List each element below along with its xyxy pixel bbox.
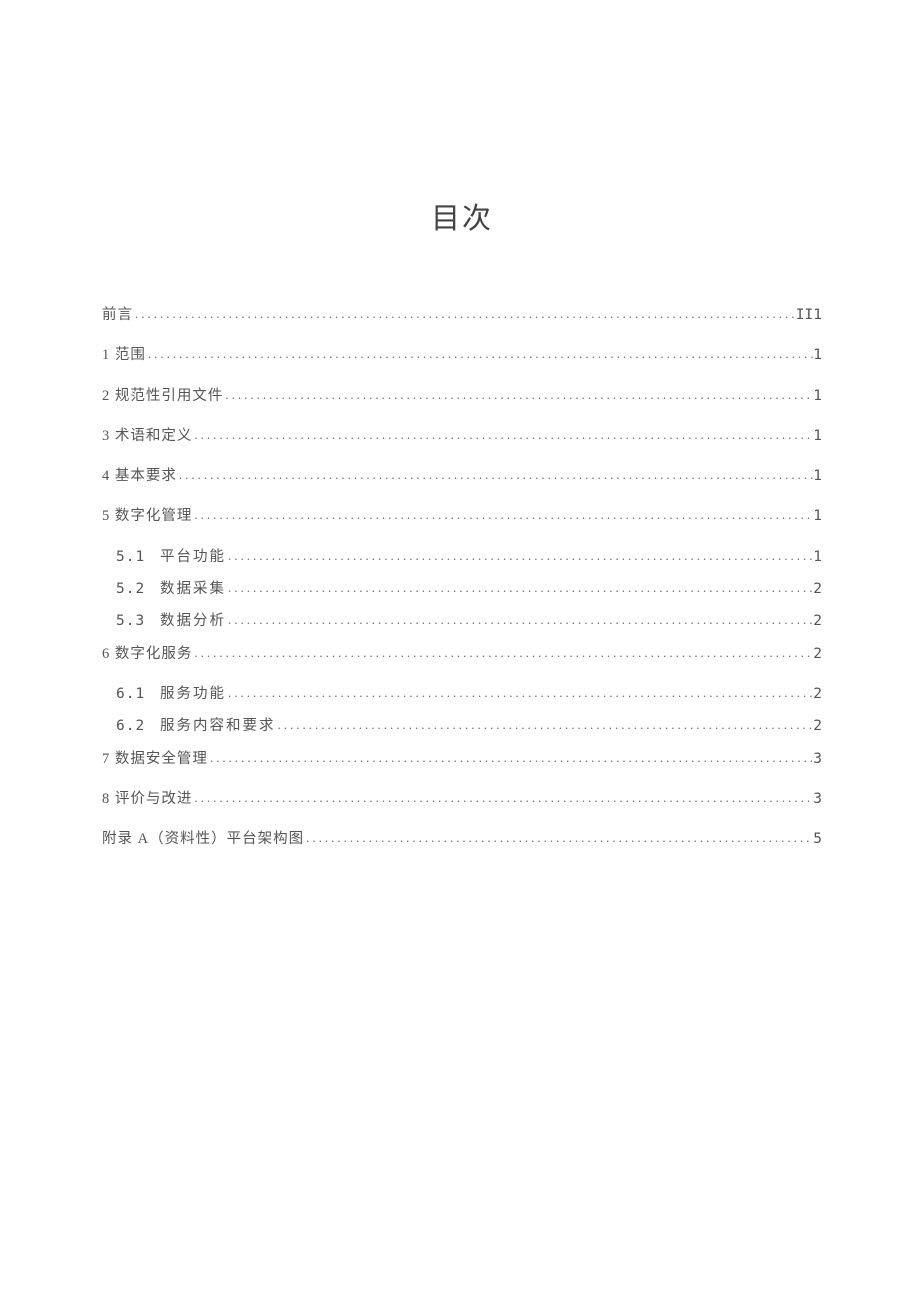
toc-entry-page: 1 bbox=[813, 426, 822, 446]
toc-entry-page: 3 bbox=[813, 789, 822, 809]
toc-entry-page: 1 bbox=[813, 386, 822, 406]
toc-entry-page: II1 bbox=[796, 305, 822, 325]
toc-entry-page: 2 bbox=[813, 716, 822, 736]
toc-entry-label: 7 数据安全管理 bbox=[102, 749, 208, 769]
toc-entry: 2 规范性引用文件 1 bbox=[102, 386, 822, 406]
toc-entry: 5 数字化管理 1 bbox=[102, 506, 822, 526]
toc-entry: 3 术语和定义 1 bbox=[102, 426, 822, 446]
toc-entry-page: 5 bbox=[813, 829, 822, 849]
toc-entry-label: 附录 A（资料性）平台架构图 bbox=[102, 829, 304, 849]
toc-leader-dots bbox=[177, 466, 813, 484]
toc-entry: 7 数据安全管理 3 bbox=[102, 749, 822, 769]
toc-entry: 8 评价与改进 3 bbox=[102, 789, 822, 809]
toc-entry: 5.3数据分析 2 bbox=[102, 611, 822, 631]
toc-entry: 1 范围 1 bbox=[102, 345, 822, 365]
toc-entry-label: 6.2服务内容和要求 bbox=[116, 716, 276, 736]
toc-leader-dots bbox=[208, 749, 813, 767]
toc-leader-dots bbox=[192, 644, 813, 662]
toc-entry-page: 2 bbox=[813, 611, 822, 631]
toc-entry-page: 2 bbox=[813, 579, 822, 599]
toc-entry: 6.2服务内容和要求 2 bbox=[102, 716, 822, 736]
toc-entry-number: 6.1 bbox=[116, 684, 160, 704]
toc-entry-number: 5.3 bbox=[116, 611, 160, 631]
toc-entry-label: 8 评价与改进 bbox=[102, 789, 192, 809]
toc-entry-label: 6.1服务功能 bbox=[116, 684, 226, 704]
toc-leader-dots bbox=[223, 386, 813, 404]
toc-leader-dots bbox=[226, 684, 813, 702]
toc-entry: 前言 II1 bbox=[102, 305, 822, 325]
toc-leader-dots bbox=[226, 547, 813, 565]
toc-entry: 4 基本要求 1 bbox=[102, 466, 822, 486]
toc-entry-number: 5.2 bbox=[116, 579, 160, 599]
toc-entry-page: 2 bbox=[813, 684, 822, 704]
toc-entry-label: 4 基本要求 bbox=[102, 466, 177, 486]
toc-entry: 5.2数据采集 2 bbox=[102, 579, 822, 599]
toc-entry-label: 前言 bbox=[102, 305, 133, 325]
toc-leader-dots bbox=[192, 426, 813, 444]
toc-entry-page: 1 bbox=[813, 466, 822, 486]
toc-entry-page: 3 bbox=[813, 749, 822, 769]
toc-entry-page: 2 bbox=[813, 644, 822, 664]
toc-entry-page: 1 bbox=[813, 345, 822, 365]
toc-leader-dots bbox=[192, 789, 813, 807]
toc-entry-label: 6 数字化服务 bbox=[102, 644, 192, 664]
toc-entry: 5.1平台功能 1 bbox=[102, 547, 822, 567]
toc-entry-label: 5.3数据分析 bbox=[116, 611, 226, 631]
toc-leader-dots bbox=[276, 716, 814, 734]
table-of-contents: 前言II11 范围12 规范性引用文件13 术语和定义14 基本要求15 数字化… bbox=[102, 305, 822, 849]
toc-entry-label: 1 范围 bbox=[102, 345, 146, 365]
document-page: 目次 前言II11 范围12 规范性引用文件13 术语和定义14 基本要求15 … bbox=[0, 0, 920, 849]
toc-entry: 6 数字化服务 2 bbox=[102, 644, 822, 664]
toc-entry-page: 1 bbox=[813, 506, 822, 526]
toc-entry-label: 5.1平台功能 bbox=[116, 547, 226, 567]
toc-title: 目次 bbox=[102, 195, 822, 237]
toc-leader-dots bbox=[304, 829, 813, 847]
toc-entry-label: 5 数字化管理 bbox=[102, 506, 192, 526]
toc-entry-number: 6.2 bbox=[116, 716, 160, 736]
toc-entry-label: 5.2数据采集 bbox=[116, 579, 226, 599]
toc-entry-label: 2 规范性引用文件 bbox=[102, 386, 223, 406]
toc-entry: 6.1服务功能 2 bbox=[102, 684, 822, 704]
toc-leader-dots bbox=[133, 305, 796, 323]
toc-entry: 附录 A（资料性）平台架构图 5 bbox=[102, 829, 822, 849]
toc-entry-page: 1 bbox=[813, 547, 822, 567]
toc-leader-dots bbox=[226, 611, 813, 629]
toc-leader-dots bbox=[192, 506, 813, 524]
toc-leader-dots bbox=[146, 345, 813, 363]
toc-entry-number: 5.1 bbox=[116, 547, 160, 567]
toc-entry-label: 3 术语和定义 bbox=[102, 426, 192, 446]
toc-leader-dots bbox=[226, 579, 813, 597]
